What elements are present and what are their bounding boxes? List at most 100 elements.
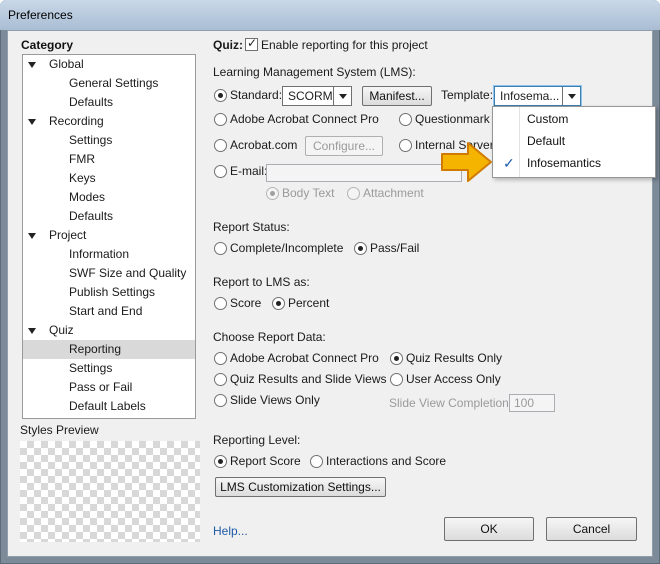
tree-item-swf-size-quality[interactable]: SWF Size and Quality <box>23 264 195 283</box>
menu-item-default[interactable]: Default <box>493 130 655 152</box>
tree-item-label: FMR <box>69 152 95 166</box>
tree-item-project[interactable]: Project <box>23 226 195 245</box>
tree-item-recording-defaults[interactable]: Defaults <box>23 207 195 226</box>
tree-item-recording-settings[interactable]: Settings <box>23 131 195 150</box>
chevron-down-icon[interactable] <box>333 87 351 105</box>
adobe-connect-radio[interactable] <box>214 113 227 126</box>
enable-reporting-label[interactable]: Enable reporting for this project <box>261 38 428 52</box>
quiz-and-slide-label[interactable]: Quiz Results and Slide Views <box>230 372 387 386</box>
pointer-arrow-icon <box>441 142 492 182</box>
configure-button[interactable]: Configure... <box>305 136 383 156</box>
category-heading: Category <box>21 38 74 52</box>
questionmark-label[interactable]: Questionmark P <box>415 112 501 126</box>
slide-views-only-radio[interactable] <box>214 394 227 407</box>
score-radio[interactable] <box>214 297 227 310</box>
acrobat-com-label[interactable]: Acrobat.com <box>230 138 297 152</box>
tree-item-label: Default Labels <box>69 399 146 413</box>
tree-item-label: Defaults <box>69 95 114 109</box>
lms-customization-button[interactable]: LMS Customization Settings... <box>215 477 386 497</box>
complete-incomplete-radio[interactable] <box>214 242 227 255</box>
internal-server-radio[interactable] <box>399 139 412 152</box>
acrobat-com-radio[interactable] <box>214 139 227 152</box>
tree-item-reporting[interactable]: Reporting <box>23 340 195 359</box>
slide-views-only-label[interactable]: Slide Views Only <box>230 393 320 407</box>
ok-button[interactable]: OK <box>444 517 534 541</box>
attachment-label[interactable]: Attachment <box>363 186 424 200</box>
report-score-radio[interactable] <box>214 455 227 468</box>
report-adobe-connect-label[interactable]: Adobe Acrobat Connect Pro <box>230 351 379 365</box>
complete-incomplete-label[interactable]: Complete/Incomplete <box>230 241 343 255</box>
menu-item-custom[interactable]: Custom <box>493 108 655 130</box>
quiz-results-only-radio[interactable] <box>390 352 403 365</box>
quiz-and-slide-radio[interactable] <box>214 373 227 386</box>
template-dropdown-menu: Custom Default ✓ Infosemantics <box>492 106 656 178</box>
slide-view-completion-field[interactable]: 100 <box>509 394 555 412</box>
email-label[interactable]: E-mail: <box>230 164 267 178</box>
quiz-label: Quiz: <box>213 38 243 52</box>
adobe-connect-label[interactable]: Adobe Acrobat Connect Pro <box>230 112 379 126</box>
tree-item-modes[interactable]: Modes <box>23 188 195 207</box>
checkmark-icon: ✓ <box>503 155 515 171</box>
report-adobe-connect-radio[interactable] <box>214 352 227 365</box>
pass-fail-radio[interactable] <box>354 242 367 255</box>
user-access-label[interactable]: User Access Only <box>406 372 501 386</box>
template-label: Template: <box>441 88 494 102</box>
tree-item-global-defaults[interactable]: Defaults <box>23 93 195 112</box>
tree-item-label: Reporting <box>69 342 122 356</box>
cancel-button[interactable]: Cancel <box>546 517 637 541</box>
tree-item-label: Defaults <box>69 209 114 223</box>
lms-heading: Learning Management System (LMS): <box>213 65 416 79</box>
tree-item-information[interactable]: Information <box>23 245 195 264</box>
standard-select[interactable]: SCORM <box>282 86 352 106</box>
email-field[interactable] <box>266 164 462 182</box>
tree-item-start-and-end[interactable]: Start and End <box>23 302 195 321</box>
title-bar[interactable]: Preferences <box>0 0 660 30</box>
collapse-triangle-icon[interactable] <box>28 328 36 334</box>
template-select[interactable]: Infosema... <box>494 86 581 106</box>
tree-item-label: Quiz <box>49 323 74 337</box>
tree-item-general-settings[interactable]: General Settings <box>23 74 195 93</box>
interactions-and-score-label[interactable]: Interactions and Score <box>326 454 446 468</box>
menu-item-infosemantics[interactable]: ✓ Infosemantics <box>493 152 655 174</box>
percent-label[interactable]: Percent <box>288 296 329 310</box>
score-label[interactable]: Score <box>230 296 261 310</box>
help-link[interactable]: Help... <box>213 524 248 538</box>
collapse-triangle-icon[interactable] <box>28 119 36 125</box>
tree-item-global[interactable]: Global <box>23 55 195 74</box>
collapse-triangle-icon[interactable] <box>28 233 36 239</box>
slide-view-completion-label: Slide View Completion <box>389 396 509 410</box>
tree-item-fmr[interactable]: FMR <box>23 150 195 169</box>
tree-item-recording[interactable]: Recording <box>23 112 195 131</box>
tree-item-quiz-settings[interactable]: Settings <box>23 359 195 378</box>
tree-item-keys[interactable]: Keys <box>23 169 195 188</box>
tree-item-label: Publish Settings <box>69 285 156 299</box>
percent-radio[interactable] <box>272 297 285 310</box>
report-score-label[interactable]: Report Score <box>230 454 301 468</box>
chevron-down-icon[interactable] <box>562 87 580 105</box>
attachment-radio[interactable] <box>347 187 360 200</box>
tree-item-default-labels[interactable]: Default Labels <box>23 397 195 416</box>
standard-radio[interactable] <box>214 89 227 102</box>
manifest-button[interactable]: Manifest... <box>362 86 432 106</box>
pass-fail-label[interactable]: Pass/Fail <box>370 241 419 255</box>
email-radio[interactable] <box>214 165 227 178</box>
tree-item-label: General Settings <box>69 76 159 90</box>
window-title: Preferences <box>8 8 73 22</box>
tree-item-publish-settings[interactable]: Publish Settings <box>23 283 195 302</box>
questionmark-radio[interactable] <box>399 113 412 126</box>
tree-item-label: Keys <box>69 171 96 185</box>
body-text-radio[interactable] <box>266 187 279 200</box>
check-icon: ✓ <box>247 36 258 50</box>
collapse-triangle-icon[interactable] <box>28 62 36 68</box>
tree-item-label: Settings <box>69 361 113 375</box>
quiz-results-only-label[interactable]: Quiz Results Only <box>406 351 502 365</box>
interactions-and-score-radio[interactable] <box>310 455 323 468</box>
category-tree[interactable]: Global General Settings Defaults Recordi… <box>22 54 196 419</box>
tree-item-label: Settings <box>69 133 113 147</box>
enable-reporting-checkbox[interactable]: ✓ <box>245 36 258 51</box>
user-access-radio[interactable] <box>390 373 403 386</box>
standard-label[interactable]: Standard: <box>230 88 282 102</box>
body-text-label[interactable]: Body Text <box>282 186 334 200</box>
tree-item-pass-or-fail[interactable]: Pass or Fail <box>23 378 195 397</box>
tree-item-quiz[interactable]: Quiz <box>23 321 195 340</box>
